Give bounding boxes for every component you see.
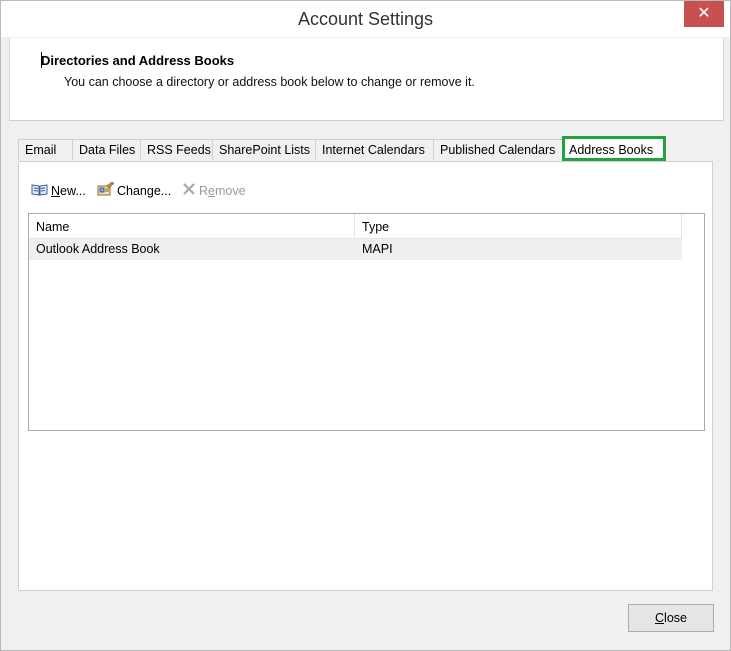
list-item[interactable]: Outlook Address Book MAPI	[29, 239, 682, 260]
header-subtitle: You can choose a directory or address bo…	[64, 75, 475, 89]
tab-data-files[interactable]: Data Files	[72, 139, 141, 160]
address-book-list[interactable]: Name Type Outlook Address Book MAPI	[28, 213, 705, 431]
tab-internet-calendars[interactable]: Internet Calendars	[315, 139, 434, 160]
remove-button-label-start: R	[199, 184, 209, 198]
header-title: Directories and Address Books	[41, 53, 235, 68]
close-button[interactable]: Close	[628, 604, 714, 632]
tab-published-calendars[interactable]: Published Calendars	[433, 139, 564, 160]
close-button-label: lose	[664, 611, 687, 625]
change-button-label: Change...	[117, 184, 172, 198]
account-settings-window: Account Settings ✕ Directories and Addre…	[0, 0, 731, 651]
header-separator	[9, 120, 723, 121]
tab-sharepoint-lists[interactable]: SharePoint Lists	[212, 139, 316, 160]
header-panel: Directories and Address Books You can ch…	[9, 38, 724, 121]
title-bar: Account Settings ✕	[1, 1, 730, 37]
tab-email[interactable]: Email	[18, 139, 73, 160]
window-title: Account Settings	[297, 9, 434, 29]
list-header: Name Type	[29, 214, 682, 239]
window-close-button[interactable]: ✕	[684, 1, 724, 27]
new-button-label: ew...	[60, 184, 86, 198]
change-button[interactable]: Change...	[97, 181, 172, 201]
address-books-panel: New... Change... Remove Name Type Outloo…	[18, 161, 713, 591]
address-book-icon	[31, 183, 48, 201]
edit-card-icon	[97, 181, 115, 201]
remove-button[interactable]: Remove	[182, 182, 246, 200]
new-button[interactable]: New...	[31, 182, 86, 200]
tab-address-books[interactable]: Address Books	[562, 136, 666, 161]
remove-button-label-end: move	[214, 184, 246, 198]
column-header-name[interactable]: Name	[29, 214, 355, 238]
tab-rss-feeds[interactable]: RSS Feeds	[140, 139, 213, 160]
x-icon	[182, 182, 196, 201]
list-item-name: Outlook Address Book	[36, 242, 160, 256]
list-item-type: MAPI	[362, 242, 393, 256]
new-button-mnemonic: N	[51, 184, 61, 198]
close-button-mnemonic: C	[655, 611, 665, 625]
column-header-type[interactable]: Type	[356, 214, 682, 238]
remove-button-mnemonic: e	[208, 184, 215, 198]
